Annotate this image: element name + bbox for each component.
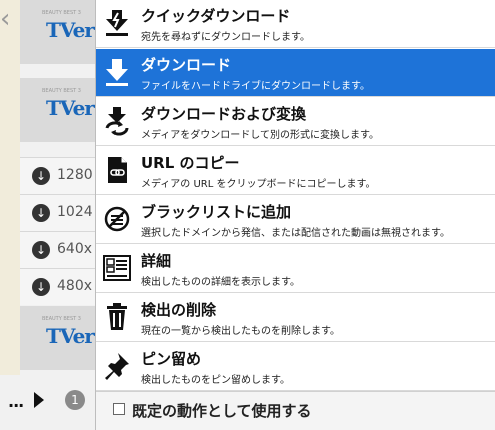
thumbnail-tag: BEAUTY BEST 3 [42, 316, 81, 322]
menu-item-desc: 検出したものをピン留めします。 [141, 375, 290, 386]
download-circle-icon[interactable]: ↓ [32, 241, 50, 259]
thumbnail-logo: TVer [46, 96, 95, 120]
back-chevron-icon[interactable]: ‹ [0, 6, 10, 32]
thumbnail-tag: BEAUTY BEST 3 [42, 10, 81, 16]
trash-icon [107, 303, 127, 330]
download-arrow-icon [106, 59, 128, 86]
more-button[interactable]: ... [8, 392, 24, 411]
menu-item-blacklist[interactable]: ブラックリストに追加 選択したドメインから発信、または配信された動画は無視されま… [96, 196, 495, 244]
menu-item-desc: ファイルをハードドライブにダウンロードします。 [141, 81, 370, 92]
quick-download-icon [106, 10, 128, 36]
resolution-row[interactable]: ↓ 1024 [20, 194, 97, 231]
video-thumbnail[interactable]: BEAUTY BEST 3 TVer [20, 78, 97, 142]
menu-item-pin[interactable]: ピン留め 検出したものをピン留めします。 [96, 343, 495, 391]
download-circle-icon[interactable]: ↓ [32, 278, 50, 296]
menu-item-title: URL のコピー [141, 154, 240, 172]
thumbnail-logo: TVer [46, 18, 95, 42]
download-circle-icon[interactable]: ↓ [32, 167, 50, 185]
menu-item-desc: 選択したドメインから発信、または配信された動画は無視されます。 [141, 228, 450, 239]
thumbnail-tag: BEAUTY BEST 3 [42, 88, 81, 94]
blacklist-icon [104, 206, 130, 232]
thumbnail-logo: TVer [46, 324, 95, 348]
resolution-row[interactable]: ↓ 640x [20, 231, 97, 268]
resolution-label: 640x [57, 241, 93, 257]
menu-item-title: ダウンロード [141, 56, 232, 74]
resolution-label: 1024 [57, 204, 93, 220]
menu-item-desc: 検出したものの詳細を表示します。 [141, 277, 300, 288]
details-icon [103, 255, 131, 281]
resolution-label: 1280 [57, 167, 93, 183]
menu-item-quick-download[interactable]: クイックダウンロード 宛先を尋ねずにダウンロードします。 [96, 0, 495, 48]
download-circle-icon[interactable]: ↓ [32, 204, 50, 222]
menu-item-remove-detection[interactable]: 検出の削除 現在の一覧から検出したものを削除します。 [96, 294, 495, 342]
page-edge [0, 0, 20, 375]
menu-item-title: ピン留め [141, 350, 202, 368]
count-badge: 1 [65, 390, 85, 410]
menu-item-copy-url[interactable]: URL のコピー メディアの URL をクリップボードにコピーします。 [96, 147, 495, 195]
resolution-label: 480x [57, 278, 93, 294]
menu-item-desc: メディアの URL をクリップボードにコピーします。 [141, 179, 376, 190]
menu-item-download-convert[interactable]: ダウンロードおよび変換 メディアをダウンロードして別の形式に変換します。 [96, 98, 495, 146]
default-action-checkbox[interactable] [113, 403, 125, 415]
menu-item-desc: 宛先を尋ねずにダウンロードします。 [141, 32, 310, 43]
action-menu: クイックダウンロード 宛先を尋ねずにダウンロードします。 ダウンロード ファイル… [95, 0, 495, 430]
pin-icon [105, 353, 129, 380]
menu-footer: 既定の動作として使用する [96, 391, 495, 430]
menu-item-title: 検出の削除 [141, 301, 217, 319]
menu-item-desc: 現在の一覧から検出したものを削除します。 [141, 326, 340, 337]
menu-item-details[interactable]: 詳細 検出したものの詳細を表示します。 [96, 245, 495, 293]
menu-item-download[interactable]: ダウンロード ファイルをハードドライブにダウンロードします。 [96, 49, 495, 97]
video-thumbnail[interactable]: BEAUTY BEST 3 TVer [20, 306, 97, 370]
download-convert-icon [105, 107, 129, 136]
expand-arrow-icon[interactable] [34, 392, 44, 408]
menu-item-title: ダウンロードおよび変換 [141, 105, 307, 123]
resolution-row[interactable]: ↓ 1280 [20, 157, 97, 194]
video-thumbnail[interactable]: BEAUTY BEST 3 TVer [20, 0, 97, 64]
resolution-row[interactable]: ↓ 480x [20, 268, 97, 305]
copy-url-icon [108, 157, 127, 183]
menu-item-title: 詳細 [141, 252, 172, 270]
menu-item-title: ブラックリストに追加 [141, 203, 292, 221]
menu-item-title: クイックダウンロード [141, 7, 291, 25]
default-action-label[interactable]: 既定の動作として使用する [132, 400, 312, 421]
menu-item-desc: メディアをダウンロードして別の形式に変換します。 [141, 130, 379, 141]
